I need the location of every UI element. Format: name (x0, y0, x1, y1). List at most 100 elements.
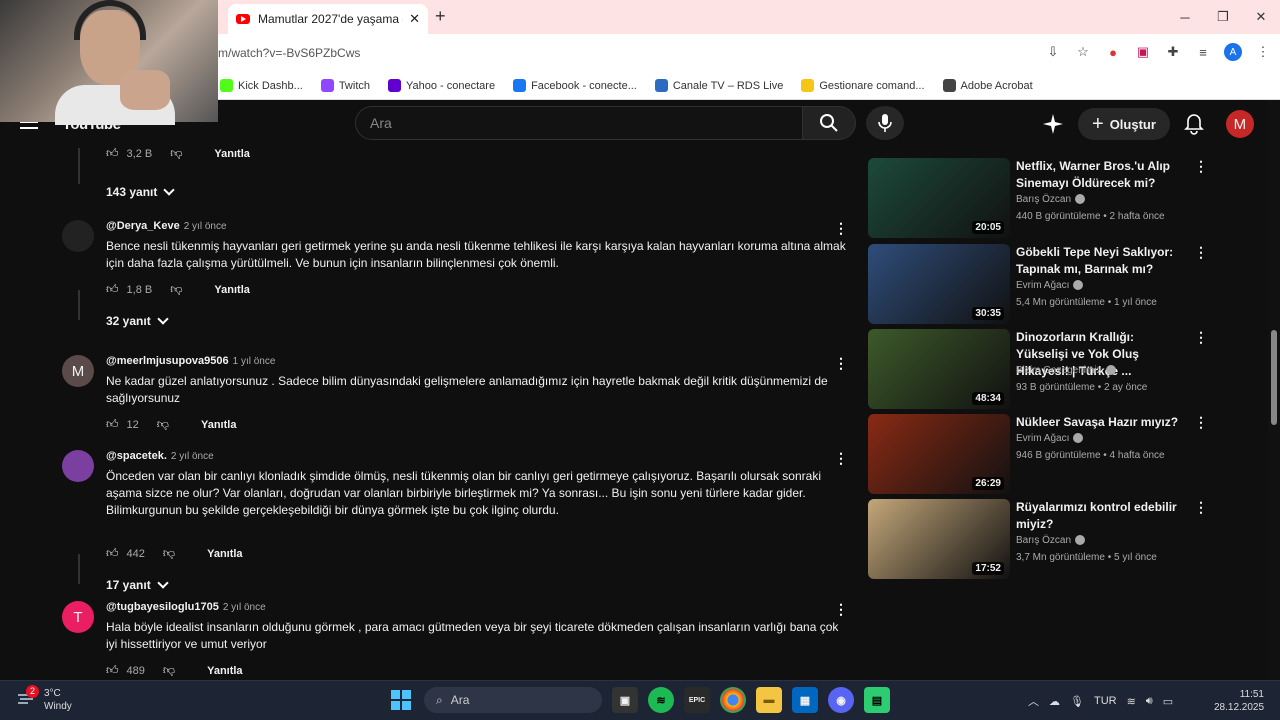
gemini-sparkle-icon[interactable] (1042, 113, 1064, 135)
battery-icon[interactable]: ▭ (1163, 695, 1173, 708)
video-thumbnail[interactable]: 26:29 (868, 414, 1010, 494)
microphone-tray-icon[interactable]: 🎙︎ (1070, 695, 1084, 708)
wifi-icon[interactable]: ≋ (1127, 695, 1136, 708)
video-thumbnail[interactable]: 20:05 (868, 158, 1010, 238)
video-channel[interactable]: Barış Özcan (1016, 194, 1086, 205)
create-button[interactable]: + Oluştur (1078, 108, 1170, 140)
app-icon[interactable]: ▤ (864, 687, 890, 713)
weather-widget[interactable]: 2 3°C Windy (16, 685, 72, 713)
comment-author[interactable]: @Derya_Keve 2 yıl önce (106, 220, 227, 232)
video-more-icon[interactable]: ⋮ (1194, 499, 1208, 516)
bookmark-item[interactable]: Gestionare comand... (801, 79, 925, 92)
recommended-video[interactable]: 30:35 Göbekli Tepe Neyi Saklıyor: Tapınak… (868, 244, 1208, 324)
dislike-icon[interactable]: 👎︎ (170, 146, 182, 161)
dislike-icon[interactable]: 👎︎ (170, 282, 182, 297)
commenter-avatar[interactable]: M (62, 355, 94, 387)
dislike-icon[interactable]: 👎︎ (163, 663, 175, 678)
like-icon[interactable]: 👍︎ (106, 546, 119, 561)
extensions-puzzle-icon[interactable]: ✚ (1164, 43, 1182, 61)
comment-more-icon[interactable]: ⋮ (834, 355, 848, 372)
commenter-avatar[interactable] (62, 450, 94, 482)
channel-name[interactable]: Evrim Ağacı (1016, 280, 1069, 291)
browser-tab-active[interactable]: Mamutlar 2027'de yaşama geri ✕ (228, 4, 428, 34)
chrome-icon[interactable] (720, 687, 746, 713)
like-icon[interactable]: 👍︎ (106, 282, 119, 297)
video-title[interactable]: Rüyalarımızı kontrol edebilir miyiz? (1016, 499, 1188, 533)
video-more-icon[interactable]: ⋮ (1194, 329, 1208, 346)
channel-name[interactable]: Barış Özcan (1016, 194, 1071, 205)
task-view-icon[interactable]: ▣ (612, 687, 638, 713)
close-tab-icon[interactable]: ✕ (409, 11, 420, 27)
recommended-video[interactable]: 26:29 Nükleer Savaşa Hazır mıyız? Evrim Ağ… (868, 414, 1208, 494)
onedrive-icon[interactable]: ☁ (1049, 695, 1060, 708)
author-handle[interactable]: @meerlmjusupova9506 (106, 355, 229, 367)
video-title[interactable]: Nükleer Savaşa Hazır mıyız? (1016, 414, 1188, 431)
clock[interactable]: 11:51 28.12.2025 (1214, 688, 1264, 714)
reply-button[interactable]: Yanıtla (214, 148, 249, 160)
comment-author[interactable]: @tugbayesiloglu1705 2 yıl önce (106, 601, 266, 613)
bookmark-item[interactable]: Twitch (320, 79, 370, 92)
commenter-avatar[interactable] (62, 220, 94, 252)
video-channel[interactable]: Evrim Ağacı (1016, 433, 1084, 444)
author-handle[interactable]: @tugbayesiloglu1705 (106, 601, 219, 613)
comment-time[interactable]: 2 yıl önce (171, 451, 214, 462)
scrollbar-thumb[interactable] (1271, 330, 1277, 425)
reply-button[interactable]: Yanıtla (201, 419, 236, 431)
video-channel[interactable]: Evrim Ağacı (1016, 280, 1084, 291)
comment-more-icon[interactable]: ⋮ (834, 220, 848, 237)
author-handle[interactable]: @Derya_Keve (106, 220, 180, 232)
video-more-icon[interactable]: ⋮ (1194, 244, 1208, 261)
search-input[interactable]: Ara (355, 106, 803, 140)
like-icon[interactable]: 👍︎ (106, 417, 119, 432)
replies-toggle[interactable]: 143 yanıt (106, 184, 176, 199)
comment-time[interactable]: 2 yıl önce (223, 602, 266, 613)
tray-chevron-up-icon[interactable]: ︿ (1028, 693, 1039, 709)
bookmark-item[interactable]: Yahoo - conectare (388, 79, 495, 92)
recommended-video[interactable]: 17:52 Rüyalarımızı kontrol edebilir miyiz… (868, 499, 1208, 579)
reply-button[interactable]: Yanıtla (207, 665, 242, 677)
file-explorer-icon[interactable]: ▬ (756, 687, 782, 713)
comment-author[interactable]: @spacetek. 2 yıl önce (106, 450, 214, 462)
search-button[interactable] (802, 106, 856, 140)
recommended-video[interactable]: 48:34 Dinozorların Krallığı: Yükselişi ve… (868, 329, 1208, 409)
taskbar-search[interactable]: ⌕ Ara (424, 687, 602, 713)
channel-name[interactable]: Bizim Gezegenimiz (1016, 365, 1102, 376)
media-control-icon[interactable]: ≡ (1194, 43, 1212, 61)
url-field[interactable]: m/watch?v=-BvS6PZbCws (218, 42, 1048, 64)
bookmark-item[interactable]: Canale TV – RDS Live (654, 79, 783, 92)
dislike-icon[interactable]: 👎︎ (157, 417, 169, 432)
minimize-icon[interactable]: ─ (1166, 10, 1204, 25)
video-thumbnail[interactable]: 48:34 (868, 329, 1010, 409)
replies-toggle[interactable]: 32 yanıt (106, 313, 169, 328)
maximize-icon[interactable]: ❐ (1204, 9, 1242, 25)
page-scrollbar[interactable] (1268, 100, 1280, 680)
replies-toggle[interactable]: 17 yanıt (106, 577, 169, 592)
comment-time[interactable]: 1 yıl önce (233, 356, 276, 367)
user-avatar[interactable]: M (1225, 110, 1254, 138)
profile-avatar[interactable]: A (1224, 43, 1242, 61)
window-close-icon[interactable]: ✕ (1242, 9, 1280, 25)
bookmark-star-icon[interactable]: ☆ (1074, 43, 1092, 61)
video-channel[interactable]: Bizim Gezegenimiz (1016, 365, 1116, 376)
bookmark-item[interactable]: Adobe Acrobat (942, 79, 1033, 92)
media-extension-icon[interactable]: ▣ (1134, 43, 1152, 61)
spotify-icon[interactable]: ≋ (648, 687, 674, 713)
like-icon[interactable]: 👍︎ (106, 146, 119, 161)
epic-games-icon[interactable]: EPIC (684, 687, 710, 713)
bookmark-item[interactable]: Kick Dashb... (220, 79, 303, 92)
video-title[interactable]: Göbekli Tepe Neyi Saklıyor: Tapınak mı, … (1016, 244, 1188, 278)
discord-icon[interactable]: ◉ (828, 687, 854, 713)
browser-menu-icon[interactable]: ⋮ (1254, 43, 1272, 61)
comment-time[interactable]: 2 yıl önce (184, 221, 227, 232)
comment-author[interactable]: @meerlmjusupova9506 1 yıl önce (106, 355, 275, 367)
reply-button[interactable]: Yanıtla (207, 548, 242, 560)
video-channel[interactable]: Barış Özcan (1016, 535, 1086, 546)
voice-search-button[interactable] (866, 106, 904, 140)
commenter-avatar[interactable]: T (62, 601, 94, 633)
recommended-video[interactable]: 20:05 Netflix, Warner Bros.'u Alıp Sinema… (868, 158, 1208, 238)
video-thumbnail[interactable]: 30:35 (868, 244, 1010, 324)
comment-more-icon[interactable]: ⋮ (834, 601, 848, 618)
like-icon[interactable]: 👍︎ (106, 663, 119, 678)
language-indicator[interactable]: TUR (1094, 695, 1117, 707)
channel-name[interactable]: Evrim Ağacı (1016, 433, 1069, 444)
